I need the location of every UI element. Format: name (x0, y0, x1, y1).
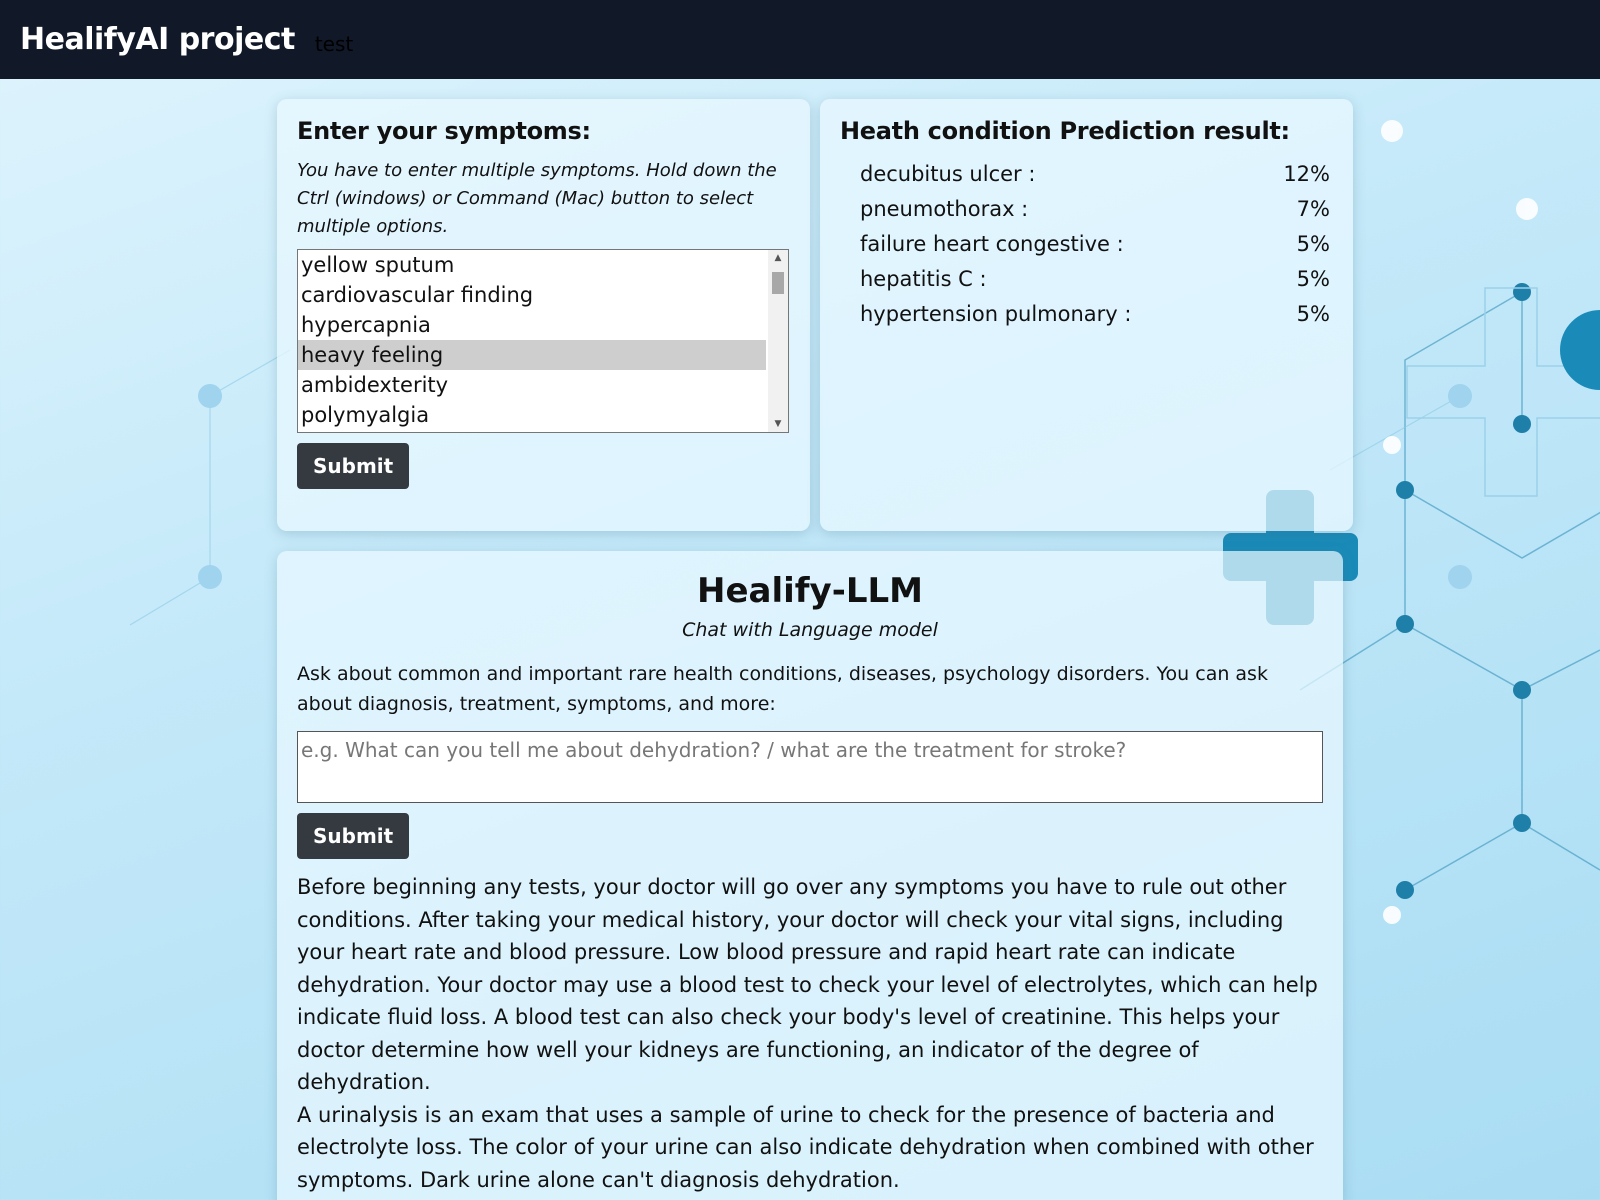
prediction-condition: decubitus ulcer : (860, 162, 1036, 186)
brand-title[interactable]: HealifyAI project (20, 22, 295, 57)
prediction-row: hepatitis C : 5% (840, 262, 1330, 297)
answer-paragraph: A urinalysis is an exam that uses a samp… (297, 1102, 1314, 1192)
symptom-card-title: Enter your symptoms: (297, 117, 591, 145)
prediction-percent: 12% (1283, 162, 1330, 186)
scroll-thumb[interactable] (772, 272, 784, 294)
prediction-percent: 5% (1296, 232, 1330, 256)
symptom-multiselect[interactable]: yellow sputum cardiovascular finding hyper… (297, 249, 789, 433)
symptom-input-card: Enter your symptoms: You have to enter m… (277, 99, 810, 531)
symptom-option[interactable]: ambidexterity (298, 370, 766, 400)
prediction-percent: 5% (1296, 267, 1330, 291)
symptom-option[interactable]: cardiovascular finding (298, 280, 766, 310)
prediction-card-title: Heath condition Prediction result: (840, 117, 1290, 145)
prediction-condition: failure heart congestive : (860, 232, 1124, 256)
symptom-option[interactable]: hypercapnia (298, 310, 766, 340)
listbox-scrollbar[interactable]: ▲ ▼ (768, 250, 788, 432)
scroll-down-arrow-icon[interactable]: ▼ (768, 416, 788, 432)
prediction-result-card: Heath condition Prediction result: decub… (820, 99, 1353, 531)
answer-paragraph: Before beginning any tests, your doctor … (297, 875, 1318, 1094)
prediction-condition: hypertension pulmonary : (860, 302, 1132, 326)
prediction-percent: 7% (1296, 197, 1330, 221)
prediction-row: decubitus ulcer : 12% (840, 157, 1330, 192)
symptom-option[interactable]: polymyalgia (298, 400, 766, 430)
prediction-row: failure heart congestive : 5% (840, 227, 1330, 262)
llm-subtitle: Chat with Language model (682, 619, 938, 641)
scroll-up-arrow-icon[interactable]: ▲ (768, 250, 788, 266)
top-navbar: HealifyAI project test (0, 0, 1600, 79)
symptom-hint: You have to enter multiple symptoms. Hol… (297, 160, 777, 237)
symptom-option[interactable]: heavy feeling (298, 340, 766, 370)
prediction-list: decubitus ulcer : 12% pneumothorax : 7% fail… (840, 157, 1333, 332)
prediction-row: pneumothorax : 7% (840, 192, 1330, 227)
llm-description: Ask about common and important rare heal… (297, 663, 1268, 715)
symptom-submit-button[interactable]: Submit (297, 443, 410, 489)
prediction-condition: pneumothorax : (860, 197, 1029, 221)
symptom-option[interactable]: yellow sputum (298, 250, 766, 280)
brand-subtitle: test (314, 31, 354, 56)
prediction-condition: hepatitis C : (860, 267, 987, 291)
question-input[interactable] (297, 731, 1323, 803)
prediction-row: hypertension pulmonary : 5% (840, 297, 1330, 332)
llm-submit-button[interactable]: Submit (297, 813, 410, 859)
llm-answer: Before beginning any tests, your doctor … (297, 871, 1323, 1196)
llm-chat-card: Healify-LLM Chat with Language model Ask… (277, 551, 1343, 1200)
prediction-percent: 5% (1296, 302, 1330, 326)
llm-title: Healify-LLM (697, 571, 923, 611)
